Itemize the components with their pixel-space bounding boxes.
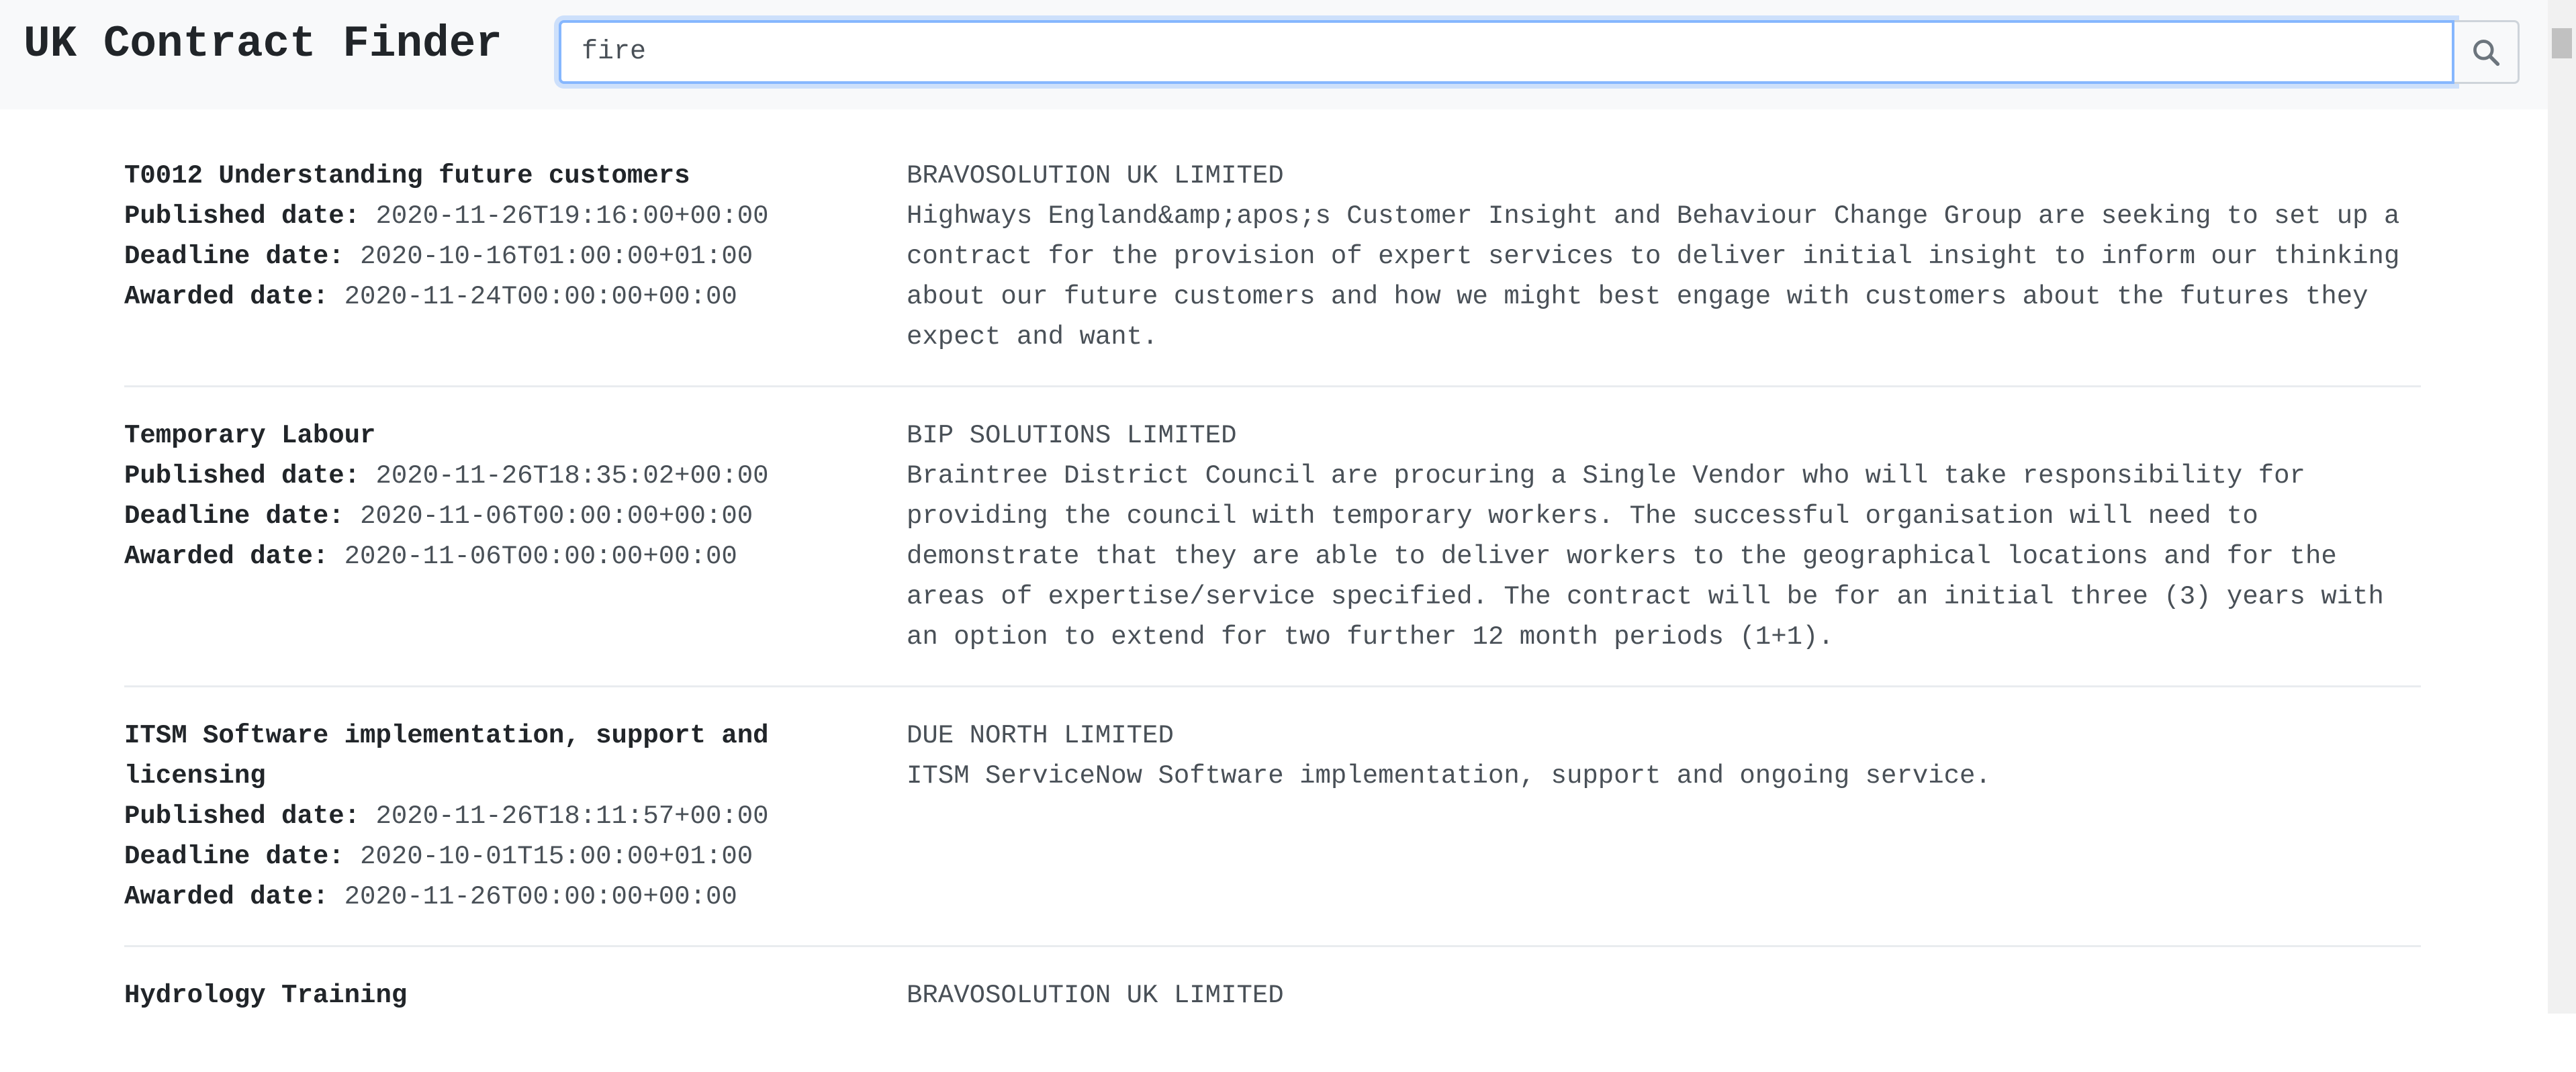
search-icon [2473,39,2500,66]
contract-title[interactable]: ITSM Software implementation, support an… [124,716,907,796]
awarded-date-row: Awarded date: 2020-11-26T00:00:00+00:00 [124,877,907,917]
results-list: T0012 Understanding future customers Pub… [124,156,2421,1072]
published-date: 2020-11-26T18:11:57+00:00 [375,801,769,831]
contract-description: Highways England&amp;apos;s Customer Ins… [907,201,2400,352]
published-date: 2020-11-26T19:16:00+00:00 [375,201,769,231]
published-label: Published date: [124,201,361,231]
deadline-date-row: Deadline date: 2020-10-01T15:00:00+01:00 [124,836,907,877]
result-body: BIP SOLUTIONS LIMITED Braintree District… [907,416,2421,657]
app-title: UK Contract Finder [24,19,502,69]
result-meta: T0012 Understanding future customers Pub… [124,156,907,357]
result-meta: Hydrology Training [124,975,907,1016]
published-label: Published date: [124,801,361,831]
published-date-row: Published date: 2020-11-26T18:35:02+00:0… [124,456,907,496]
awarded-label: Awarded date: [124,882,329,912]
result-meta: ITSM Software implementation, support an… [124,716,907,917]
result-item: Temporary Labour Published date: 2020-11… [124,416,2421,687]
supplier-name: BRAVOSOLUTION UK LIMITED [907,161,1284,191]
awarded-date-row: Awarded date: 2020-11-24T00:00:00+00:00 [124,277,907,317]
contract-title[interactable]: T0012 Understanding future customers [124,156,907,196]
result-item: T0012 Understanding future customers Pub… [124,156,2421,387]
scrollbar-track[interactable] [2548,0,2576,1014]
header: UK Contract Finder [0,0,2548,109]
result-body: BRAVOSOLUTION UK LIMITED [907,975,2421,1016]
awarded-label: Awarded date: [124,542,329,571]
deadline-label: Deadline date: [124,501,344,531]
search-button[interactable] [2454,20,2520,84]
deadline-date-row: Deadline date: 2020-11-06T00:00:00+00:00 [124,496,907,536]
result-item: Hydrology Training BRAVOSOLUTION UK LIMI… [124,975,2421,1044]
result-meta: Temporary Labour Published date: 2020-11… [124,416,907,657]
deadline-date-row: Deadline date: 2020-10-16T01:00:00+01:00 [124,236,907,277]
published-label: Published date: [124,461,361,491]
awarded-date-row: Awarded date: 2020-11-06T00:00:00+00:00 [124,536,907,577]
supplier-name: BRAVOSOLUTION UK LIMITED [907,981,1284,1010]
deadline-date: 2020-11-06T00:00:00+00:00 [360,501,753,531]
deadline-date: 2020-10-16T01:00:00+01:00 [360,242,753,271]
published-date: 2020-11-26T18:35:02+00:00 [375,461,769,491]
contract-title[interactable]: Temporary Labour [124,416,907,456]
awarded-date: 2020-11-26T00:00:00+00:00 [344,882,737,912]
scrollbar-thumb[interactable] [2552,28,2572,58]
contract-title[interactable]: Hydrology Training [124,975,907,1016]
supplier-name: DUE NORTH LIMITED [907,721,1174,750]
awarded-date: 2020-11-06T00:00:00+00:00 [344,542,737,571]
awarded-label: Awarded date: [124,282,329,311]
deadline-label: Deadline date: [124,242,344,271]
awarded-date: 2020-11-24T00:00:00+00:00 [344,282,737,311]
supplier-name: BIP SOLUTIONS LIMITED [907,421,1237,450]
published-date-row: Published date: 2020-11-26T18:11:57+00:0… [124,796,907,836]
contract-description: Braintree District Council are procuring… [907,461,2384,652]
deadline-label: Deadline date: [124,842,344,871]
published-date-row: Published date: 2020-11-26T19:16:00+00:0… [124,196,907,236]
result-body: BRAVOSOLUTION UK LIMITED Highways Englan… [907,156,2421,357]
result-item: ITSM Software implementation, support an… [124,716,2421,947]
search-input[interactable] [559,20,2454,84]
deadline-date: 2020-10-01T15:00:00+01:00 [360,842,753,871]
contract-description: ITSM ServiceNow Software implementation,… [907,761,1991,791]
result-body: DUE NORTH LIMITED ITSM ServiceNow Softwa… [907,716,2421,917]
